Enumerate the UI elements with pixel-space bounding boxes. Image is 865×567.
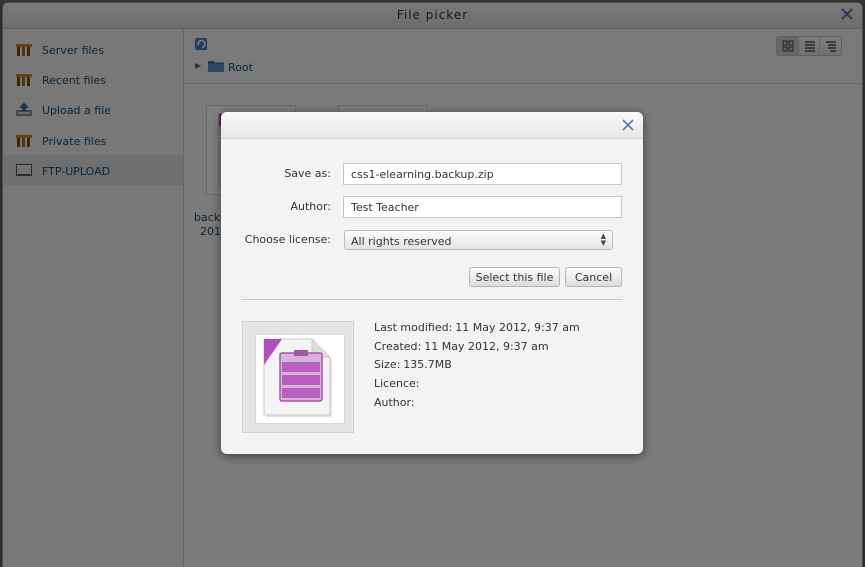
archive-file-icon bbox=[263, 338, 332, 417]
author-label: Author: bbox=[290, 200, 331, 213]
save-as-input[interactable] bbox=[343, 163, 622, 185]
license-select[interactable]: All rights reserved ▲ ▼ bbox=[344, 230, 613, 250]
licence-info: Licence: bbox=[374, 377, 423, 390]
author-input[interactable] bbox=[343, 196, 622, 218]
created-info: Created: 11 May 2012, 9:37 am bbox=[374, 340, 549, 353]
cancel-button[interactable]: Cancel bbox=[565, 267, 622, 287]
size-value: 135.7MB bbox=[403, 358, 452, 371]
save-as-label: Save as: bbox=[284, 167, 331, 180]
last-modified-value: 11 May 2012, 9:37 am bbox=[455, 321, 580, 334]
licence-label: Licence: bbox=[374, 377, 420, 390]
file-select-dialog: Save as: Author: Choose license: All rig… bbox=[221, 112, 643, 454]
select-file-button[interactable]: Select this file bbox=[469, 267, 560, 287]
preview-frame bbox=[255, 334, 345, 424]
created-value: 11 May 2012, 9:37 am bbox=[424, 340, 549, 353]
author-info: Author: bbox=[374, 396, 418, 409]
select-arrows-icon: ▲ ▼ bbox=[600, 232, 606, 247]
license-label: Choose license: bbox=[244, 233, 331, 246]
size-label: Size: bbox=[374, 358, 401, 371]
file-preview bbox=[242, 321, 354, 433]
last-modified-label: Last modified: bbox=[374, 321, 453, 334]
license-select-value: All rights reserved bbox=[351, 235, 452, 248]
author-info-label: Author: bbox=[374, 396, 415, 409]
close-icon[interactable] bbox=[621, 118, 635, 132]
size-info: Size: 135.7MB bbox=[374, 358, 452, 371]
dialog-header bbox=[221, 112, 643, 139]
created-label: Created: bbox=[374, 340, 422, 353]
dialog-divider bbox=[242, 299, 622, 300]
last-modified-info: Last modified: 11 May 2012, 9:37 am bbox=[374, 321, 580, 334]
